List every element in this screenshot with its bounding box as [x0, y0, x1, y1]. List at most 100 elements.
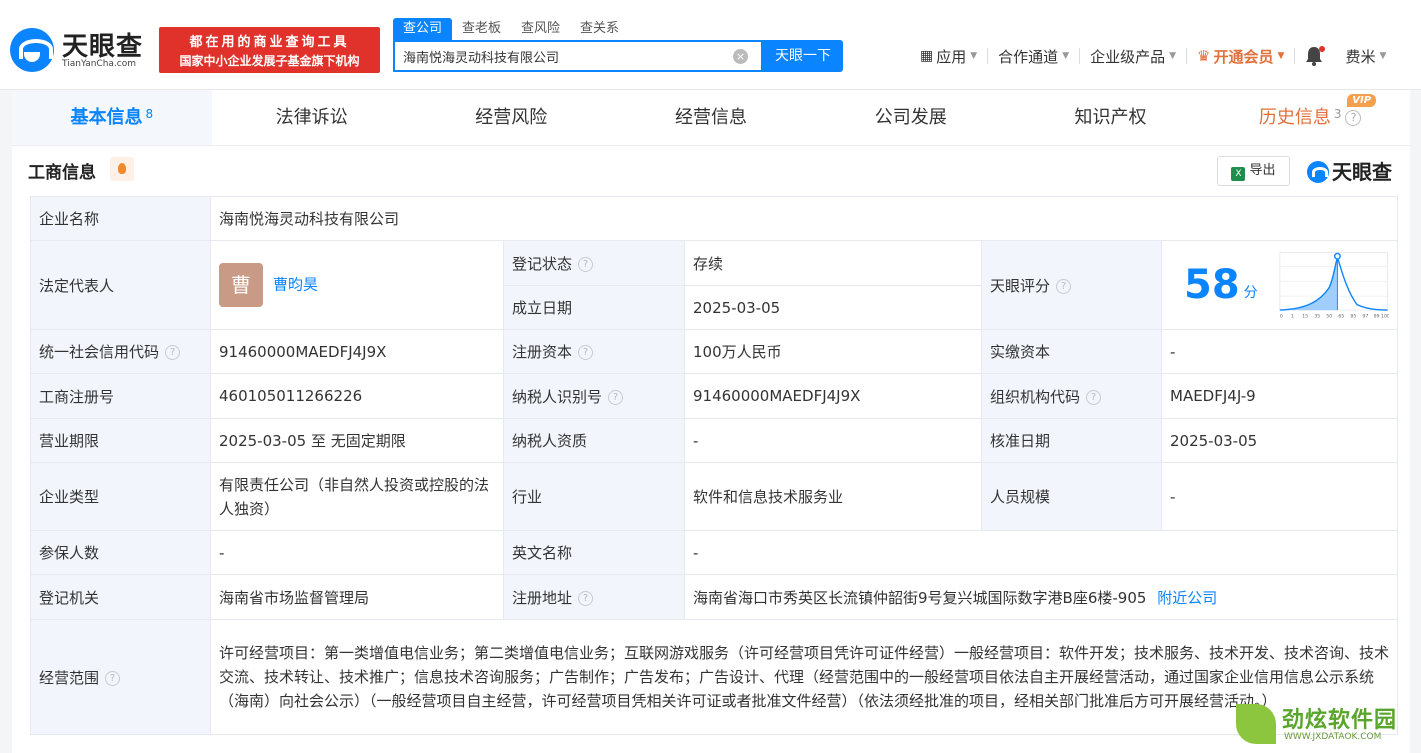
grid-icon: ▦: [920, 48, 934, 64]
tab-label: 历史信息: [1258, 107, 1331, 128]
tab-ip[interactable]: 知识产权: [1011, 90, 1211, 145]
score-unit: 分: [1243, 285, 1258, 301]
table-row: 企业类型 有限责任公司（非自然人投资或控股的法人独资） 行业 软件和信息技术服务…: [30, 462, 1399, 531]
nav-notifications[interactable]: [1295, 45, 1335, 67]
axis-tick: 99: [1373, 313, 1379, 319]
nav-user-label: 费米: [1345, 47, 1376, 66]
table-row: 营业期限 2025-03-05 至 无固定期限 纳税人资质 - 核准日期 202…: [30, 418, 1399, 463]
logo-domain: TianYanCha.com: [62, 59, 137, 69]
legal-rep-link[interactable]: 曹昀昊: [273, 276, 318, 294]
avatar[interactable]: 曹: [219, 263, 263, 307]
tianyancha-logo[interactable]: 天眼查 TianYanCha.com: [10, 26, 155, 76]
score-label-cell: 天眼评分?: [981, 240, 1162, 330]
nav-apps[interactable]: ▦ 应用 ▼: [910, 45, 987, 67]
export-button[interactable]: X 导出: [1217, 156, 1290, 186]
table-row: 法定代表人 曹曹昀昊 登记状态? 存续 天眼评分? 58 分 0 1 15 35…: [30, 240, 1399, 330]
eye-logo-icon: [1307, 161, 1329, 183]
help-icon[interactable]: ?: [578, 345, 594, 360]
site-watermark: 劲炫软件园 WWW.JXDATAOK.COM: [1236, 700, 1416, 750]
score-label: 天眼评分: [990, 276, 1051, 295]
tab-label: 公司发展: [874, 107, 947, 128]
nav-channel[interactable]: 合作通道 ▼: [988, 45, 1079, 67]
reg-capital-label: 注册资本: [512, 343, 573, 361]
help-icon[interactable]: ?: [1086, 389, 1102, 405]
score-distribution-chart: 0 1 15 35 50 65 85 97 99 100: [1279, 252, 1389, 319]
legal-rep-cell: 曹曹昀昊: [210, 240, 504, 330]
caret-down-icon: ▼: [1277, 51, 1285, 61]
address-cell: 海南省海口市秀英区长流镇仲韶街9号复兴城国际数字港B座6楼-905 附近公司: [683, 574, 1399, 620]
tab-label: 经营风险: [475, 107, 548, 128]
brand-text: 天眼查: [1332, 160, 1392, 184]
nav-enterprise-label: 企业级产品: [1090, 47, 1166, 66]
table-row: 参保人数 - 英文名称 -: [30, 530, 1399, 575]
search-type-tabs: 查公司 查老板 查风险 查关系: [393, 18, 629, 40]
tab-operation[interactable]: 经营信息: [611, 90, 811, 145]
tab-risk[interactable]: 经营风险: [411, 90, 611, 145]
tab-development[interactable]: 公司发展: [811, 90, 1011, 145]
reg-no-label: 工商注册号: [30, 373, 211, 419]
brand-logo: 天眼查: [1307, 156, 1392, 185]
axis-tick: 100: [1381, 313, 1389, 319]
table-row: 统一社会信用代码? 91460000MAEDFJ4J9X 注册资本? 100万人…: [30, 329, 1399, 374]
slogan-banner[interactable]: 都在用的商业查询工具 国家中小企业发展子基金旗下机构: [159, 27, 380, 73]
help-icon[interactable]: ?: [608, 389, 624, 405]
address-label-cell: 注册地址?: [503, 574, 685, 620]
table-row: 登记机关 海南省市场监督管理局 注册地址? 海南省海口市秀英区长流镇仲韶街9号复…: [30, 574, 1399, 620]
help-icon[interactable]: ?: [1345, 110, 1362, 126]
tab-history[interactable]: 历史信息 3? VIP: [1210, 90, 1410, 145]
address-label: 注册地址: [512, 588, 573, 607]
axis-tick: 35: [1314, 313, 1320, 319]
help-icon[interactable]: ?: [1056, 278, 1072, 294]
help-icon[interactable]: ?: [105, 670, 121, 686]
reg-capital-label-cell: 注册资本?: [503, 329, 685, 374]
help-icon[interactable]: ?: [165, 345, 181, 360]
authority-label: 登记机关: [30, 574, 211, 620]
insured-label: 参保人数: [30, 530, 211, 575]
company-name-label: 企业名称: [30, 196, 211, 241]
nav-enterprise[interactable]: 企业级产品 ▼: [1080, 45, 1186, 67]
top-header: 天眼查 TianYanCha.com 都在用的商业查询工具 国家中小企业发展子基…: [0, 0, 1421, 90]
search-tab-boss[interactable]: 查老板: [452, 18, 511, 40]
org-code-label-cell: 组织机构代码?: [981, 373, 1162, 419]
tab-count: 8: [145, 107, 154, 121]
industry-value: 软件和信息技术服务业: [684, 462, 982, 531]
search-tab-company[interactable]: 查公司: [393, 18, 453, 40]
nav-vip-label: 开通会员: [1213, 47, 1274, 66]
score-value: 58: [1184, 262, 1240, 308]
tab-label: 法律诉讼: [275, 107, 348, 128]
nav-user[interactable]: 费米 ▼: [1335, 45, 1396, 67]
staff-size-label: 人员规模: [981, 462, 1162, 531]
bell-icon: [1305, 46, 1326, 66]
found-date-label: 成立日期: [503, 285, 685, 330]
nav-vip[interactable]: ♛ 开通会员 ▼: [1187, 45, 1294, 67]
legal-rep-label: 法定代表人: [30, 240, 211, 330]
nearby-company-link[interactable]: 附近公司: [1157, 589, 1217, 607]
english-name-label: 英文名称: [503, 530, 685, 575]
paid-capital-label: 实缴资本: [981, 329, 1162, 374]
crown-icon: ♛: [1197, 47, 1211, 65]
search-tab-relation[interactable]: 查关系: [570, 18, 629, 40]
search-input[interactable]: [403, 42, 723, 70]
axis-tick: 97: [1362, 313, 1368, 319]
tab-legal[interactable]: 法律诉讼: [212, 90, 412, 145]
help-icon[interactable]: ?: [578, 590, 594, 606]
help-icon[interactable]: ?: [578, 256, 594, 272]
clear-icon[interactable]: ×: [733, 49, 748, 64]
business-info-table: 企业名称 海南悦海灵动科技有限公司 法定代表人 曹曹昀昊 登记状态? 存续 天眼…: [30, 196, 1399, 735]
axis-tick: 65: [1338, 313, 1344, 319]
tab-label: 知识产权: [1074, 107, 1147, 128]
paid-capital-value: -: [1160, 329, 1399, 374]
reg-status-label: 登记状态: [512, 254, 573, 273]
scope-value: 许可经营项目：第一类增值电信业务；第二类增值电信业务；互联网游戏服务（许可经营项…: [209, 619, 1399, 735]
table-row: 工商注册号 460105011266226 纳税人识别号? 91460000MA…: [30, 373, 1399, 419]
axis-tick: 0: [1280, 313, 1283, 319]
taxpayer-qual-value: -: [684, 418, 982, 463]
taxpayer-qual-label: 纳税人资质: [503, 418, 685, 463]
score-cell[interactable]: 58 分 0 1 15 35 50 65 85 97 99 100: [1160, 240, 1399, 330]
watermark-url: WWW.JXDATAOK.COM: [1284, 732, 1382, 742]
caret-down-icon: ▼: [1062, 51, 1070, 61]
credit-code-value: 91460000MAEDFJ4J9X: [210, 329, 504, 374]
search-button[interactable]: 天眼一下: [763, 40, 843, 72]
search-tab-risk[interactable]: 查风险: [511, 18, 570, 40]
tab-basic-info[interactable]: 基本信息 8: [12, 90, 212, 145]
